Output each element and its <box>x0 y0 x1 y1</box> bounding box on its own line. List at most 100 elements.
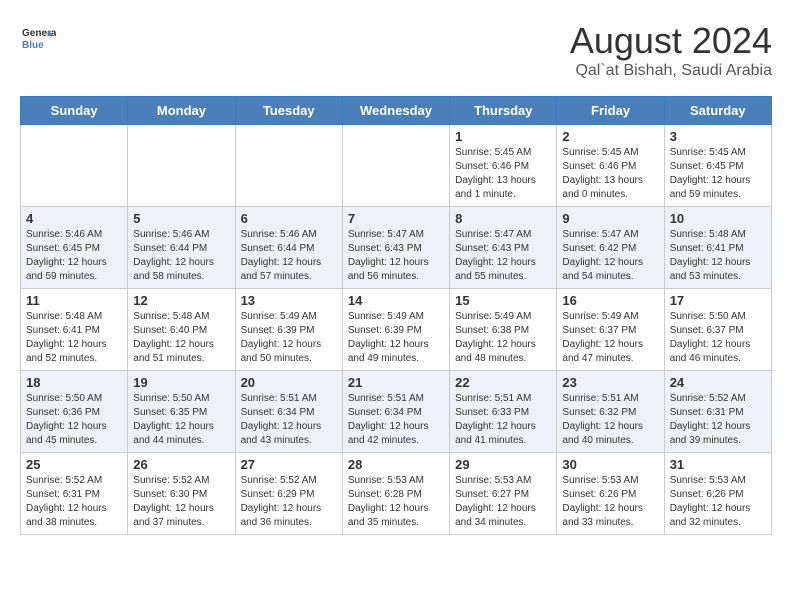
day-number: 6 <box>241 211 337 226</box>
title-area: August 2024 Qal`at Bishah, Saudi Arabia <box>570 20 772 80</box>
day-cell-22: 22 Sunrise: 5:51 AM Sunset: 6:33 PM Dayli… <box>450 371 557 453</box>
weekday-header-thursday: Thursday <box>450 97 557 125</box>
day-number: 20 <box>241 375 337 390</box>
day-info: Sunrise: 5:52 AM Sunset: 6:30 PM Dayligh… <box>133 474 229 530</box>
day-number: 16 <box>562 293 658 308</box>
day-info: Sunrise: 5:50 AM Sunset: 6:35 PM Dayligh… <box>133 392 229 448</box>
day-info: Sunrise: 5:46 AM Sunset: 6:44 PM Dayligh… <box>133 228 229 284</box>
day-cell-30: 30Sunrise: 5:53 AM Sunset: 6:26 PM Dayli… <box>557 453 664 535</box>
day-number: 15 <box>455 293 551 308</box>
day-info: Sunrise: 5:53 AM Sunset: 6:27 PM Dayligh… <box>455 474 551 530</box>
day-info: Sunrise: 5:48 AM Sunset: 6:41 PM Dayligh… <box>26 310 122 366</box>
day-cell-18: 18 Sunrise: 5:50 AM Sunset: 6:36 PM Dayli… <box>21 371 128 453</box>
day-info: Sunrise: 5:47 AM Sunset: 6:43 PM Dayligh… <box>455 228 551 284</box>
day-cell-5: 5Sunrise: 5:46 AM Sunset: 6:44 PM Daylig… <box>128 207 235 289</box>
day-number: 21 <box>348 375 444 390</box>
month-title: August 2024 <box>570 20 772 62</box>
day-cell-10: 10 Sunrise: 5:48 AM Sunset: 6:41 PM Dayli… <box>664 207 771 289</box>
logo: General Blue <box>20 20 62 56</box>
day-cell-11: 11 Sunrise: 5:48 AM Sunset: 6:41 PM Dayli… <box>21 289 128 371</box>
day-info: Sunrise: 5:49 AM Sunset: 6:37 PM Dayligh… <box>562 310 658 366</box>
day-number: 19 <box>133 375 229 390</box>
day-info: Sunrise: 5:47 AM Sunset: 6:43 PM Dayligh… <box>348 228 444 284</box>
day-cell-14: 14 Sunrise: 5:49 AM Sunset: 6:39 PM Dayli… <box>342 289 449 371</box>
day-info: Sunrise: 5:51 AM Sunset: 6:34 PM Dayligh… <box>348 392 444 448</box>
week-row-2: 4 Sunrise: 5:46 AM Sunset: 6:45 PM Daylig… <box>21 207 772 289</box>
day-number: 13 <box>241 293 337 308</box>
day-cell-31: 31Sunrise: 5:53 AM Sunset: 6:26 PM Dayli… <box>664 453 771 535</box>
day-cell-17: 17Sunrise: 5:50 AM Sunset: 6:37 PM Dayli… <box>664 289 771 371</box>
day-number: 1 <box>455 129 551 144</box>
day-cell-4: 4 Sunrise: 5:46 AM Sunset: 6:45 PM Daylig… <box>21 207 128 289</box>
weekday-header-row: SundayMondayTuesdayWednesdayThursdayFrid… <box>21 97 772 125</box>
day-number: 26 <box>133 457 229 472</box>
day-number: 11 <box>26 293 122 308</box>
day-info: Sunrise: 5:49 AM Sunset: 6:39 PM Dayligh… <box>348 310 444 366</box>
day-info: Sunrise: 5:46 AM Sunset: 6:44 PM Dayligh… <box>241 228 337 284</box>
day-cell-7: 7Sunrise: 5:47 AM Sunset: 6:43 PM Daylig… <box>342 207 449 289</box>
day-number: 28 <box>348 457 444 472</box>
day-info: Sunrise: 5:51 AM Sunset: 6:32 PM Dayligh… <box>562 392 658 448</box>
day-number: 10 <box>670 211 766 226</box>
day-number: 8 <box>455 211 551 226</box>
day-info: Sunrise: 5:49 AM Sunset: 6:38 PM Dayligh… <box>455 310 551 366</box>
weekday-header-friday: Friday <box>557 97 664 125</box>
day-info: Sunrise: 5:50 AM Sunset: 6:36 PM Dayligh… <box>26 392 122 448</box>
week-row-1: 1 Sunrise: 5:45 AM Sunset: 6:46 PM Daylig… <box>21 125 772 207</box>
day-info: Sunrise: 5:53 AM Sunset: 6:26 PM Dayligh… <box>562 474 658 530</box>
day-number: 24 <box>670 375 766 390</box>
day-cell-28: 28 Sunrise: 5:53 AM Sunset: 6:28 PM Dayli… <box>342 453 449 535</box>
day-cell-9: 9Sunrise: 5:47 AM Sunset: 6:42 PM Daylig… <box>557 207 664 289</box>
day-cell-6: 6 Sunrise: 5:46 AM Sunset: 6:44 PM Daylig… <box>235 207 342 289</box>
week-row-4: 18 Sunrise: 5:50 AM Sunset: 6:36 PM Dayli… <box>21 371 772 453</box>
day-info: Sunrise: 5:47 AM Sunset: 6:42 PM Dayligh… <box>562 228 658 284</box>
day-number: 3 <box>670 129 766 144</box>
day-cell-25: 25Sunrise: 5:52 AM Sunset: 6:31 PM Dayli… <box>21 453 128 535</box>
day-info: Sunrise: 5:53 AM Sunset: 6:28 PM Dayligh… <box>348 474 444 530</box>
weekday-header-wednesday: Wednesday <box>342 97 449 125</box>
empty-cell <box>128 125 235 207</box>
svg-text:Blue: Blue <box>22 40 44 51</box>
day-info: Sunrise: 5:46 AM Sunset: 6:45 PM Dayligh… <box>26 228 122 284</box>
day-number: 14 <box>348 293 444 308</box>
week-row-5: 25Sunrise: 5:52 AM Sunset: 6:31 PM Dayli… <box>21 453 772 535</box>
day-cell-24: 24Sunrise: 5:52 AM Sunset: 6:31 PM Dayli… <box>664 371 771 453</box>
day-cell-20: 20 Sunrise: 5:51 AM Sunset: 6:34 PM Dayli… <box>235 371 342 453</box>
day-number: 18 <box>26 375 122 390</box>
day-cell-21: 21 Sunrise: 5:51 AM Sunset: 6:34 PM Dayli… <box>342 371 449 453</box>
day-number: 4 <box>26 211 122 226</box>
day-info: Sunrise: 5:45 AM Sunset: 6:46 PM Dayligh… <box>562 146 658 202</box>
day-number: 22 <box>455 375 551 390</box>
day-number: 25 <box>26 457 122 472</box>
weekday-header-monday: Monday <box>128 97 235 125</box>
day-cell-15: 15 Sunrise: 5:49 AM Sunset: 6:38 PM Dayli… <box>450 289 557 371</box>
day-info: Sunrise: 5:48 AM Sunset: 6:40 PM Dayligh… <box>133 310 229 366</box>
day-info: Sunrise: 5:51 AM Sunset: 6:33 PM Dayligh… <box>455 392 551 448</box>
weekday-header-tuesday: Tuesday <box>235 97 342 125</box>
day-info: Sunrise: 5:51 AM Sunset: 6:34 PM Dayligh… <box>241 392 337 448</box>
day-info: Sunrise: 5:45 AM Sunset: 6:46 PM Dayligh… <box>455 146 551 202</box>
day-number: 31 <box>670 457 766 472</box>
day-cell-27: 27Sunrise: 5:52 AM Sunset: 6:29 PM Dayli… <box>235 453 342 535</box>
day-cell-3: 3Sunrise: 5:45 AM Sunset: 6:45 PM Daylig… <box>664 125 771 207</box>
day-cell-19: 19 Sunrise: 5:50 AM Sunset: 6:35 PM Dayli… <box>128 371 235 453</box>
day-cell-23: 23Sunrise: 5:51 AM Sunset: 6:32 PM Dayli… <box>557 371 664 453</box>
day-number: 12 <box>133 293 229 308</box>
empty-cell <box>342 125 449 207</box>
day-cell-13: 13 Sunrise: 5:49 AM Sunset: 6:39 PM Dayli… <box>235 289 342 371</box>
day-cell-12: 12 Sunrise: 5:48 AM Sunset: 6:40 PM Dayli… <box>128 289 235 371</box>
day-info: Sunrise: 5:48 AM Sunset: 6:41 PM Dayligh… <box>670 228 766 284</box>
day-info: Sunrise: 5:52 AM Sunset: 6:29 PM Dayligh… <box>241 474 337 530</box>
main-container: General Blue August 2024 Qal`at Bishah, … <box>0 0 792 555</box>
day-cell-16: 16 Sunrise: 5:49 AM Sunset: 6:37 PM Dayli… <box>557 289 664 371</box>
day-number: 2 <box>562 129 658 144</box>
day-cell-8: 8 Sunrise: 5:47 AM Sunset: 6:43 PM Daylig… <box>450 207 557 289</box>
day-cell-29: 29 Sunrise: 5:53 AM Sunset: 6:27 PM Dayli… <box>450 453 557 535</box>
weekday-header-sunday: Sunday <box>21 97 128 125</box>
day-cell-26: 26 Sunrise: 5:52 AM Sunset: 6:30 PM Dayli… <box>128 453 235 535</box>
day-info: Sunrise: 5:49 AM Sunset: 6:39 PM Dayligh… <box>241 310 337 366</box>
empty-cell <box>21 125 128 207</box>
day-number: 29 <box>455 457 551 472</box>
calendar-table: SundayMondayTuesdayWednesdayThursdayFrid… <box>20 96 772 535</box>
logo-svg: General Blue <box>20 20 56 56</box>
